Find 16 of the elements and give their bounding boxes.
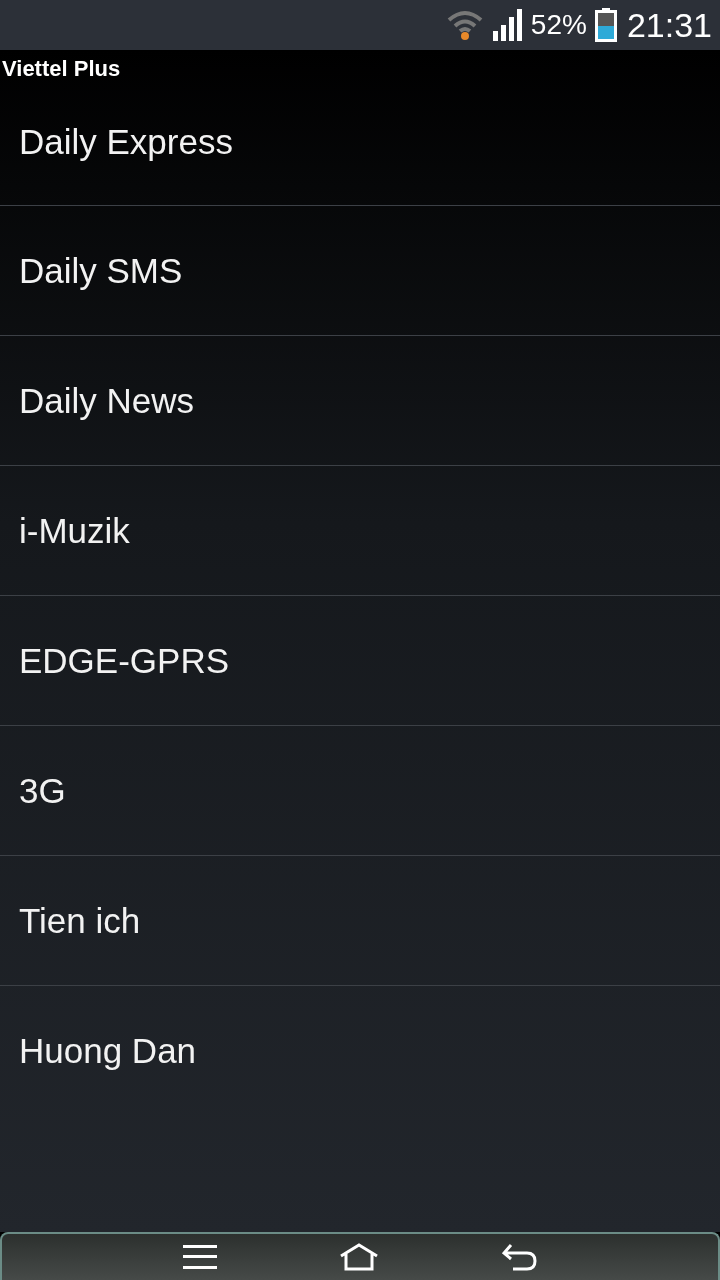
menu-item[interactable]: 3G [0, 726, 720, 856]
menu-item[interactable]: EDGE-GPRS [0, 596, 720, 726]
home-icon[interactable] [339, 1243, 379, 1271]
battery-percentage: 52% [530, 9, 587, 41]
signal-icon [492, 9, 523, 41]
menu-item[interactable]: Daily Express [0, 78, 720, 206]
battery-icon [594, 8, 617, 42]
menu-item[interactable]: Daily News [0, 336, 720, 466]
clock: 21:31 [626, 5, 712, 45]
back-icon[interactable] [501, 1243, 537, 1271]
wifi-icon [446, 10, 483, 40]
menu-item[interactable]: Tien ich [0, 856, 720, 986]
menu-item[interactable]: Daily SMS [0, 206, 720, 336]
menu-item[interactable]: Huong Dan [0, 986, 720, 1116]
menu-icon[interactable] [183, 1244, 217, 1270]
menu-item[interactable]: i-Muzik [0, 466, 720, 596]
